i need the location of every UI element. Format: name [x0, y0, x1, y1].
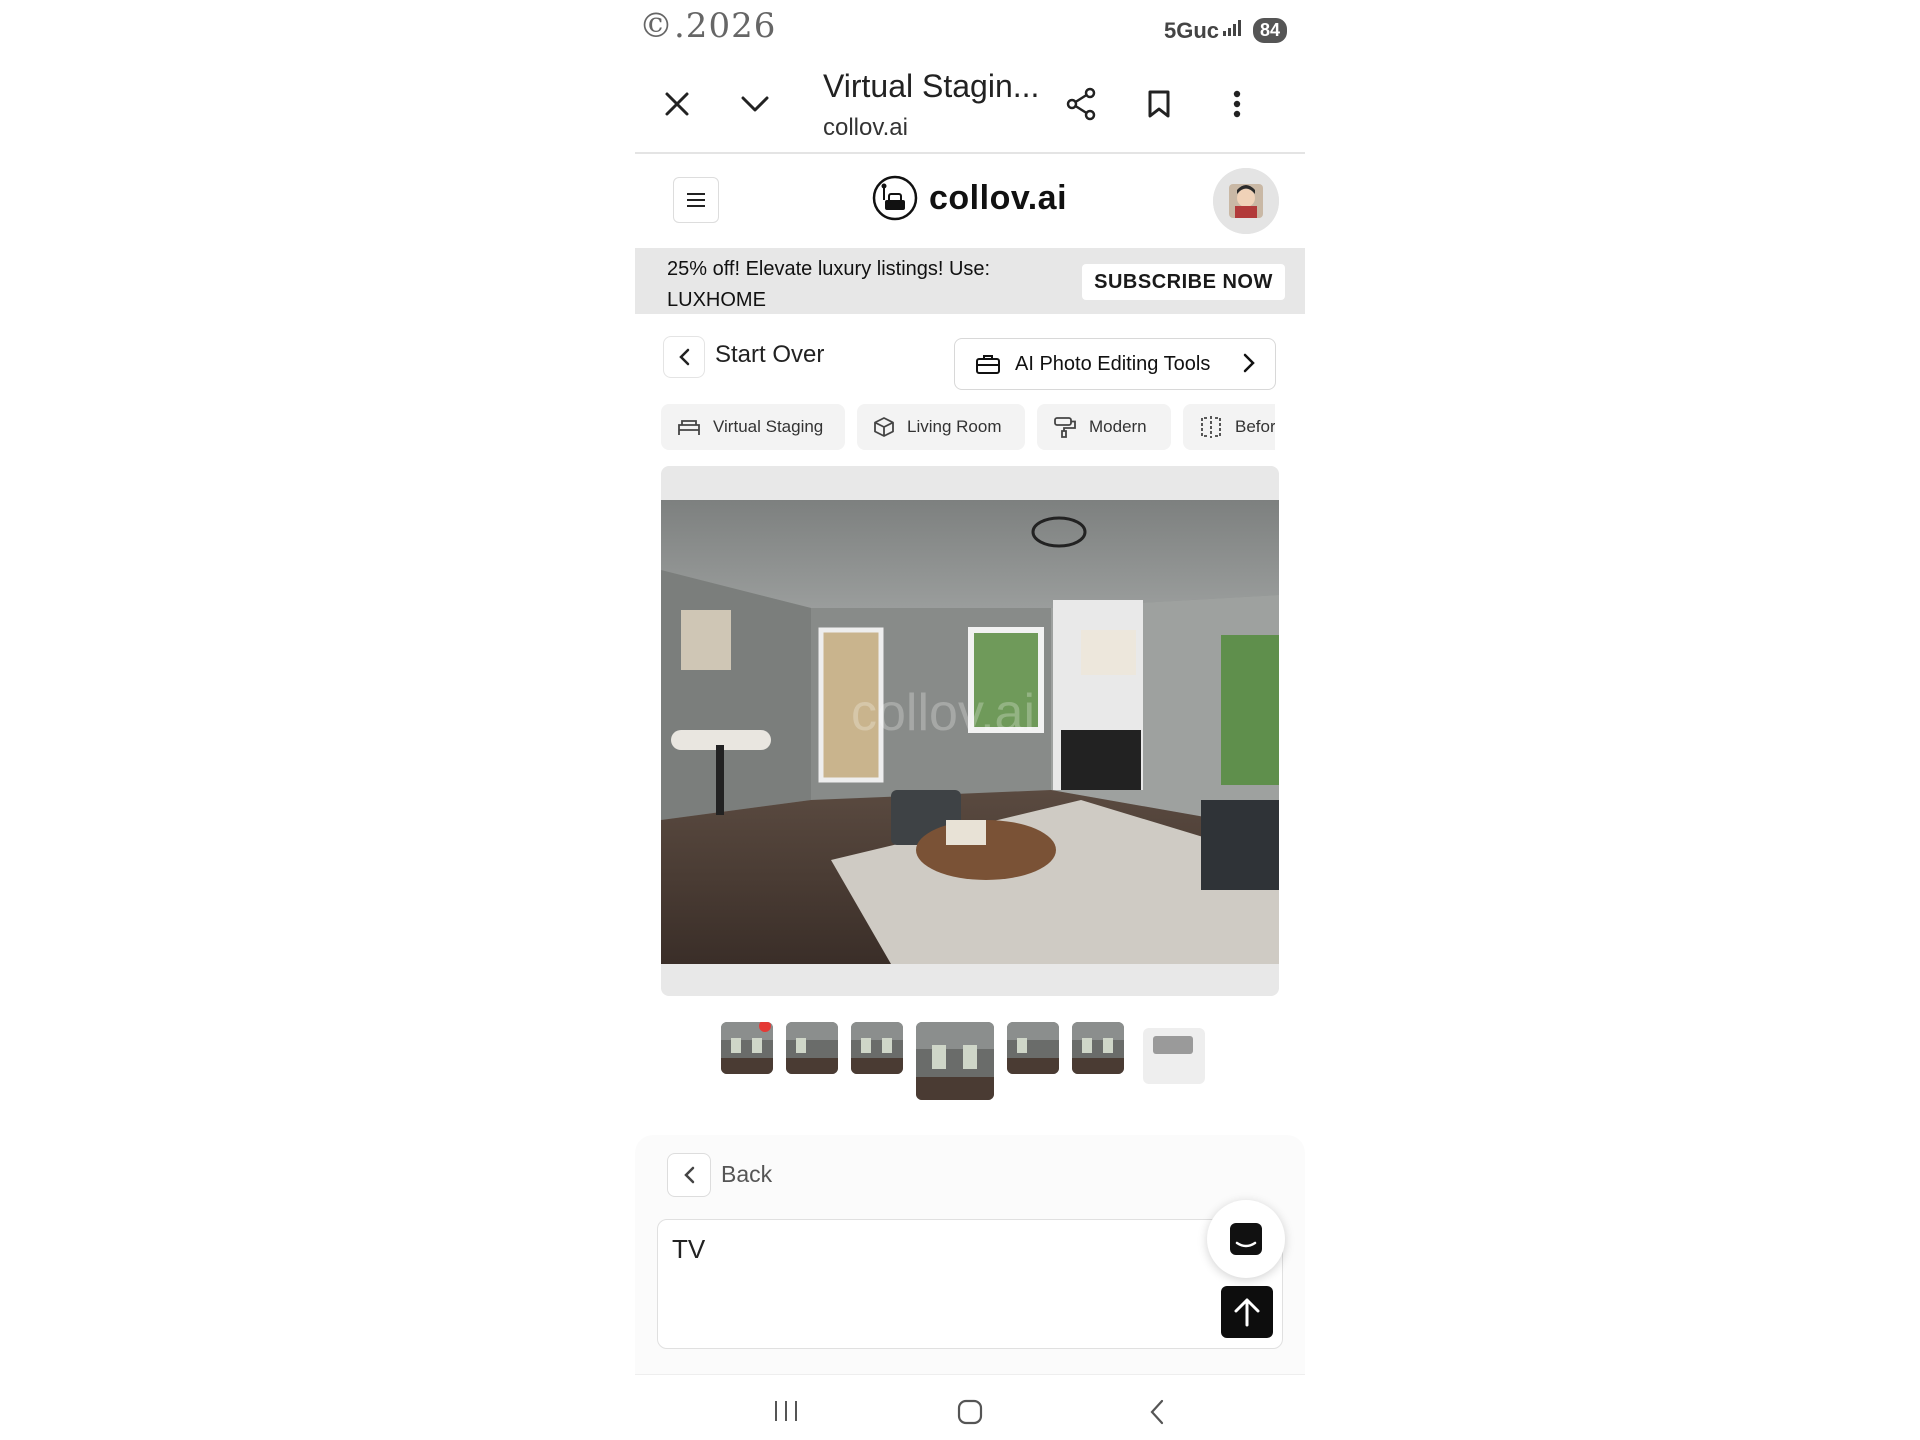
chip-living-room[interactable]: Living Room — [857, 404, 1025, 450]
send-button[interactable] — [1221, 1286, 1273, 1338]
avatar[interactable] — [1213, 168, 1279, 234]
thumbnail-6[interactable] — [1072, 1022, 1124, 1074]
chip-before-after[interactable]: Befor — [1183, 404, 1275, 450]
paint-roller-icon — [1054, 417, 1076, 438]
recent-apps-icon[interactable] — [773, 1399, 799, 1423]
briefcase-icon — [976, 355, 1000, 374]
home-icon[interactable] — [957, 1399, 983, 1425]
prompt-input[interactable]: TV — [657, 1219, 1283, 1349]
signal-icon — [1223, 20, 1241, 36]
chip-label: Modern — [1089, 417, 1147, 436]
cube-icon — [874, 417, 894, 437]
prompt-value: TV — [672, 1234, 706, 1264]
subscribe-button[interactable]: SUBSCRIBE NOW — [1082, 264, 1285, 300]
page-title: Virtual Stagin... — [823, 68, 1040, 104]
staged-room-image[interactable]: collov.ai — [661, 466, 1279, 996]
ai-photo-editing-tools-button[interactable]: AI Photo Editing Tools — [954, 338, 1276, 390]
thumbnail-4-selected[interactable] — [916, 1022, 994, 1100]
thumbnail-2[interactable] — [786, 1022, 838, 1074]
promo-banner: 25% off! Elevate luxury listings! Use: L… — [635, 248, 1305, 314]
image-watermark: collov.ai — [851, 684, 1035, 742]
panel-back-label[interactable]: Back — [721, 1161, 772, 1188]
status-bar: ©.2026 5Guc 84 — [635, 0, 1305, 52]
promo-text: 25% off! Elevate luxury listings! Use: L… — [667, 258, 991, 311]
more-vertical-icon[interactable] — [1209, 76, 1265, 132]
close-icon[interactable] — [649, 76, 705, 132]
thumbnail-7[interactable] — [1143, 1028, 1205, 1084]
logo-mark-icon — [872, 175, 918, 221]
chip-label: Befor — [1235, 417, 1275, 436]
battery-indicator: 84 — [1252, 18, 1287, 43]
network-indicator: 5Guc — [1163, 18, 1219, 43]
chip-virtual-staging[interactable]: Virtual Staging — [661, 404, 845, 450]
chat-support-button[interactable] — [1207, 1200, 1285, 1278]
arrow-up-icon — [1234, 1298, 1260, 1327]
thumbnail-1[interactable] — [721, 1022, 773, 1074]
prompt-panel: Back TV — [635, 1135, 1305, 1375]
chip-label: Living Room — [907, 417, 1002, 436]
site-header: collov.ai — [635, 154, 1305, 248]
tools-button-label: AI Photo Editing Tools — [1015, 352, 1211, 375]
share-icon[interactable] — [1053, 76, 1109, 132]
thumbnail-5[interactable] — [1007, 1022, 1059, 1074]
chip-label: Virtual Staging — [713, 417, 824, 436]
panel-back-button[interactable] — [667, 1153, 711, 1197]
status-clock: ©.2026 — [639, 6, 777, 46]
bed-icon — [678, 420, 700, 435]
hamburger-icon — [687, 193, 705, 207]
chevron-left-icon — [684, 1166, 695, 1184]
logo[interactable]: collov.ai — [871, 174, 1067, 222]
start-over-back-button[interactable] — [663, 336, 705, 378]
room-photo: collov.ai — [661, 500, 1279, 964]
option-chips: Virtual Staging Living Room Modern Befor — [661, 404, 1275, 452]
browser-toolbar: Virtual Stagin... collov.ai — [635, 52, 1305, 154]
menu-button[interactable] — [673, 177, 719, 223]
system-nav-bar — [635, 1374, 1305, 1440]
chat-icon — [1230, 1223, 1262, 1255]
compare-icon — [1201, 416, 1221, 438]
bookmark-icon[interactable] — [1131, 76, 1187, 132]
chevron-down-icon[interactable] — [727, 76, 783, 132]
result-thumbnails — [635, 1022, 1305, 1102]
page-url[interactable]: collov.ai — [823, 114, 908, 142]
chevron-left-icon — [679, 348, 690, 366]
phone-screen: ©.2026 5Guc 84 Virtual Stagin... collov.… — [635, 0, 1305, 1440]
logo-text: collov.ai — [929, 178, 1068, 217]
chip-modern[interactable]: Modern — [1037, 404, 1171, 450]
back-icon[interactable] — [1149, 1399, 1165, 1425]
start-over-link[interactable]: Start Over — [715, 341, 824, 369]
thumbnail-3[interactable] — [851, 1022, 903, 1074]
chevron-right-icon — [1243, 353, 1255, 373]
